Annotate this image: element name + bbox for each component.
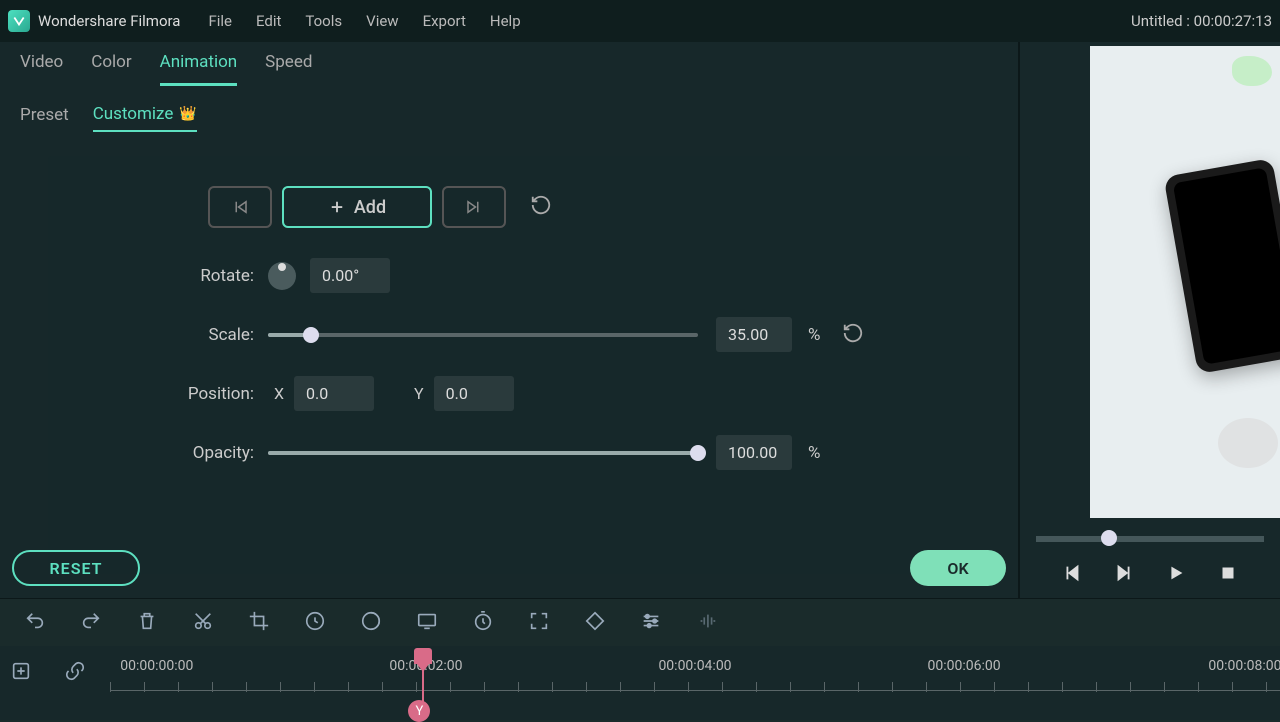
scale-slider[interactable] xyxy=(268,333,698,337)
position-x-label: X xyxy=(274,384,284,403)
step-forward-button[interactable] xyxy=(1113,562,1135,588)
scale-value[interactable] xyxy=(716,317,792,352)
preview-decoration xyxy=(1218,418,1278,468)
screen-icon[interactable] xyxy=(416,610,438,636)
undo-icon[interactable] xyxy=(24,610,46,636)
rotate-label: Rotate: xyxy=(108,266,268,286)
preview-progress-slider[interactable] xyxy=(1036,536,1264,542)
scale-slider-thumb[interactable] xyxy=(303,327,319,343)
reset-keyframes-icon[interactable] xyxy=(530,194,552,220)
opacity-unit: % xyxy=(808,443,820,463)
audio-icon[interactable] xyxy=(696,610,718,636)
subtab-preset[interactable]: Preset xyxy=(20,104,69,132)
fullscreen-icon[interactable] xyxy=(528,610,550,636)
menu-file[interactable]: File xyxy=(208,12,232,30)
timeline-left-controls xyxy=(0,646,110,720)
rotate-row: Rotate: xyxy=(108,258,910,293)
add-track-icon[interactable] xyxy=(10,660,32,686)
time-label: 00:00:08:00 xyxy=(1208,658,1280,674)
tab-speed[interactable]: Speed xyxy=(265,52,312,86)
prev-keyframe-button[interactable] xyxy=(208,186,272,228)
next-keyframe-button[interactable] xyxy=(442,186,506,228)
duration-icon[interactable] xyxy=(472,610,494,636)
position-row: Position: X Y xyxy=(108,376,910,411)
add-keyframe-button[interactable]: Add xyxy=(282,186,432,228)
opacity-value[interactable] xyxy=(716,435,792,470)
inspector-footer: RESET OK xyxy=(8,550,1010,586)
tabs-secondary: Preset Customize 👑 xyxy=(0,86,1018,132)
menu-bar: File Edit Tools View Export Help xyxy=(208,12,520,30)
add-keyframe-label: Add xyxy=(354,197,386,218)
menu-edit[interactable]: Edit xyxy=(256,12,281,30)
time-label: 00:00:06:00 xyxy=(928,658,1001,674)
tab-video[interactable]: Video xyxy=(20,52,63,86)
app-name: Wondershare Filmora xyxy=(38,12,180,30)
menu-export[interactable]: Export xyxy=(423,12,466,30)
delete-icon[interactable] xyxy=(136,610,158,636)
redo-icon[interactable] xyxy=(80,610,102,636)
keyframe-controls: Add xyxy=(208,186,910,228)
scale-label: Scale: xyxy=(108,325,268,345)
preview-phone-mock xyxy=(1163,158,1280,374)
scale-reset-icon[interactable] xyxy=(842,322,864,348)
reset-button[interactable]: RESET xyxy=(12,550,140,586)
tab-animation[interactable]: Animation xyxy=(160,52,238,86)
preview-panel xyxy=(1018,42,1280,598)
rotate-knob[interactable] xyxy=(268,262,296,290)
color-icon[interactable] xyxy=(360,610,382,636)
timeline: 00:00:00:00 00:00:02:00 00:00:04:00 00:0… xyxy=(0,646,1280,720)
timeline-toolbar xyxy=(0,598,1280,646)
stop-button[interactable] xyxy=(1217,562,1239,588)
link-icon[interactable] xyxy=(64,660,86,686)
preview-slider-thumb[interactable] xyxy=(1101,530,1117,546)
app-logo-icon xyxy=(8,10,30,32)
position-y-label: Y xyxy=(414,384,424,403)
time-label: 00:00:00:00 xyxy=(120,658,193,674)
scale-unit: % xyxy=(808,325,820,345)
menu-view[interactable]: View xyxy=(366,12,398,30)
playhead[interactable] xyxy=(414,648,432,706)
inspector-panel: Video Color Animation Speed Preset Custo… xyxy=(0,42,1018,598)
transport-controls xyxy=(1020,548,1280,598)
project-title: Untitled : 00:00:27:13 xyxy=(1131,12,1272,30)
cut-icon[interactable] xyxy=(192,610,214,636)
preview-decoration xyxy=(1232,56,1272,86)
menu-help[interactable]: Help xyxy=(490,12,521,30)
crown-icon: 👑 xyxy=(179,106,196,122)
play-button[interactable] xyxy=(1165,562,1187,588)
ok-button[interactable]: OK xyxy=(910,550,1006,586)
position-y-value[interactable] xyxy=(434,376,514,411)
keyframe-icon[interactable] xyxy=(584,610,606,636)
animation-inspector: Add Rotate: Scale: xyxy=(48,156,970,574)
position-label: Position: xyxy=(108,384,268,404)
settings-icon[interactable] xyxy=(640,610,662,636)
time-label: 00:00:04:00 xyxy=(658,658,731,674)
rotate-value[interactable] xyxy=(310,258,390,293)
titlebar: Wondershare Filmora File Edit Tools View… xyxy=(0,0,1280,42)
clip-marker[interactable]: Y xyxy=(408,700,430,722)
opacity-slider-thumb[interactable] xyxy=(690,445,706,461)
menu-tools[interactable]: Tools xyxy=(305,12,342,30)
opacity-slider[interactable] xyxy=(268,451,698,455)
opacity-row: Opacity: % xyxy=(108,435,910,470)
scale-row: Scale: % xyxy=(108,317,910,352)
speed-icon[interactable] xyxy=(304,610,326,636)
tab-color[interactable]: Color xyxy=(91,52,131,86)
position-x-value[interactable] xyxy=(294,376,374,411)
subtab-customize-label: Customize xyxy=(93,104,174,124)
tabs-primary: Video Color Animation Speed xyxy=(0,42,1018,86)
subtab-customize[interactable]: Customize 👑 xyxy=(93,104,197,132)
step-back-button[interactable] xyxy=(1061,562,1083,588)
crop-icon[interactable] xyxy=(248,610,270,636)
opacity-label: Opacity: xyxy=(108,443,268,463)
timeline-ruler[interactable]: 00:00:00:00 00:00:02:00 00:00:04:00 00:0… xyxy=(110,646,1280,720)
preview-canvas[interactable] xyxy=(1090,46,1280,518)
